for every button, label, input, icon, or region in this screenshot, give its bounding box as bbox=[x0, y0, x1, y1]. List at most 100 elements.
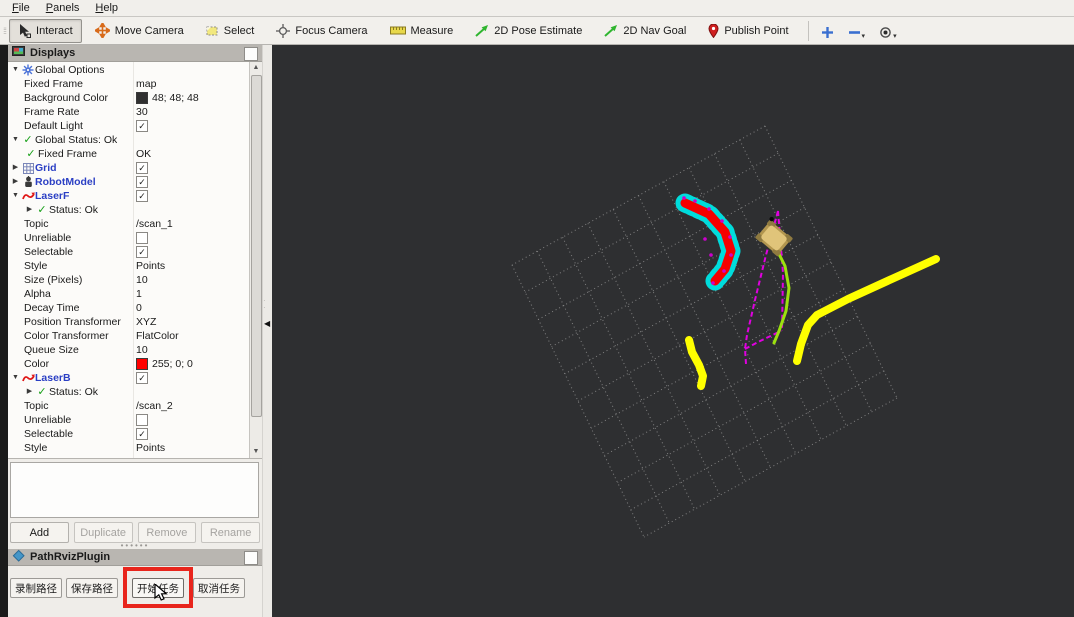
tree-row-global-options[interactable]: ▼ Global Options bbox=[8, 63, 250, 77]
expand-arrow-icon[interactable]: ▶ bbox=[24, 203, 35, 217]
property-value[interactable]: 10 bbox=[136, 273, 148, 287]
property-checkbox[interactable]: ✓ bbox=[136, 119, 148, 133]
displays-collapse-button[interactable] bbox=[244, 47, 258, 61]
tree-row-selectable[interactable]: Selectable ✓ bbox=[8, 245, 250, 259]
tree-row-color-transformer[interactable]: Color Transformer FlatColor bbox=[8, 329, 250, 343]
tool-properties-button[interactable]: ▾ bbox=[873, 20, 903, 42]
property-checkbox[interactable]: ✓ bbox=[136, 189, 148, 203]
property-value[interactable]: Points bbox=[136, 441, 165, 455]
tree-row-color[interactable]: Color 255; 0; 0 bbox=[8, 357, 250, 371]
tree-row-alpha[interactable]: Alpha 1 bbox=[8, 287, 250, 301]
tool-2d-nav-goal[interactable]: 2D Nav Goal bbox=[595, 19, 695, 43]
tree-row-frame-rate[interactable]: Frame Rate 30 bbox=[8, 105, 250, 119]
tree-row-topic[interactable]: Topic/scan_1 bbox=[8, 217, 250, 231]
tree-row-selectable[interactable]: Selectable ✓ bbox=[8, 427, 250, 441]
property-checkbox[interactable]: ✓ bbox=[136, 175, 148, 189]
tree-row-topic[interactable]: Topic/scan_2 bbox=[8, 399, 250, 413]
property-checkbox[interactable]: ✓ bbox=[136, 427, 148, 441]
tree-row-status-ok[interactable]: ▶ ✓ Status: Ok bbox=[8, 203, 250, 217]
property-value[interactable]: XYZ bbox=[136, 315, 156, 329]
tool-select[interactable]: Select bbox=[197, 19, 264, 43]
color-property-value[interactable]: 48; 48; 48 bbox=[136, 91, 199, 105]
property-value[interactable]: OK bbox=[136, 147, 151, 161]
property-value[interactable]: /scan_2 bbox=[136, 399, 173, 413]
tool-measure[interactable]: Measure bbox=[381, 19, 463, 43]
scroll-down-arrow[interactable]: ▼ bbox=[250, 446, 262, 458]
checked-checkbox[interactable]: ✓ bbox=[136, 162, 148, 174]
property-value[interactable]: Points bbox=[136, 259, 165, 273]
property-checkbox[interactable]: ✓ bbox=[136, 161, 148, 175]
plugin-button-开始任务[interactable]: 开始任务 bbox=[132, 578, 184, 598]
plugin-collapse-button[interactable] bbox=[244, 551, 258, 565]
remove-tool-button[interactable]: ▾ bbox=[842, 20, 872, 42]
collapse-arrow-icon[interactable]: ▼ bbox=[10, 133, 21, 147]
add-button[interactable]: Add bbox=[10, 522, 69, 543]
plugin-panel-header[interactable]: PathRvizPlugin bbox=[8, 549, 262, 566]
property-value[interactable]: /scan_1 bbox=[136, 217, 173, 231]
displays-panel-header[interactable]: Displays bbox=[8, 45, 262, 62]
checked-checkbox[interactable]: ✓ bbox=[136, 190, 148, 202]
checked-checkbox[interactable]: ✓ bbox=[136, 372, 148, 384]
add-tool-button[interactable] bbox=[815, 20, 840, 42]
tree-row-laserb[interactable]: ▼ LaserB ✓ bbox=[8, 371, 250, 385]
tree-row-style[interactable]: Style Points bbox=[8, 259, 250, 273]
duplicate-button[interactable]: Duplicate bbox=[73, 522, 133, 543]
checked-checkbox[interactable]: ✓ bbox=[136, 428, 148, 440]
unchecked-checkbox[interactable] bbox=[136, 414, 148, 426]
tree-row-fixed-frame[interactable]: Fixed Frame map bbox=[8, 77, 250, 91]
tree-row-position-transformer[interactable]: Position Transformer XYZ bbox=[8, 315, 250, 329]
3d-viewport[interactable] bbox=[272, 45, 1074, 617]
property-checkbox[interactable]: ✓ bbox=[136, 245, 148, 259]
expand-arrow-icon[interactable]: ▶ bbox=[24, 385, 35, 399]
checked-checkbox[interactable]: ✓ bbox=[136, 246, 148, 258]
scroll-up-arrow[interactable]: ▲ bbox=[250, 62, 262, 74]
plugin-button-保存路径[interactable]: 保存路径 bbox=[66, 578, 118, 598]
tool-move-camera[interactable]: Move Camera bbox=[86, 19, 193, 43]
menu-file[interactable]: File bbox=[4, 1, 38, 15]
checked-checkbox[interactable]: ✓ bbox=[136, 120, 148, 132]
collapse-arrow-icon[interactable]: ▼ bbox=[10, 371, 21, 385]
tree-row-unreliable[interactable]: Unreliable bbox=[8, 231, 250, 245]
tree-row-grid[interactable]: ▶ Grid ✓ bbox=[8, 161, 250, 175]
property-value[interactable]: 30 bbox=[136, 105, 148, 119]
tool-2d-pose-estimate[interactable]: 2D Pose Estimate bbox=[466, 19, 591, 43]
property-checkbox[interactable]: ✓ bbox=[136, 371, 148, 385]
tree-row-background-color[interactable]: Background Color 48; 48; 48 bbox=[8, 91, 250, 105]
displays-tree[interactable]: ▼ Global Options Fixed Frame map Background … bbox=[8, 62, 262, 459]
collapse-arrow-icon[interactable]: ▼ bbox=[10, 189, 21, 203]
tree-row-default-light[interactable]: Default Light ✓ bbox=[8, 119, 250, 133]
tree-scrollbar[interactable]: ▲ ▼ bbox=[249, 62, 262, 458]
unchecked-checkbox[interactable] bbox=[136, 232, 148, 244]
tool-interact[interactable]: Interact bbox=[9, 18, 82, 43]
property-checkbox[interactable] bbox=[136, 231, 148, 245]
plugin-button-取消任务[interactable]: 取消任务 bbox=[193, 578, 245, 598]
tree-row-queue-size[interactable]: Queue Size 10 bbox=[8, 343, 250, 357]
collapse-arrow-icon[interactable]: ▼ bbox=[10, 63, 21, 77]
color-swatch[interactable] bbox=[136, 358, 148, 370]
tree-row-laserf[interactable]: ▼ LaserF ✓ bbox=[8, 189, 250, 203]
tree-row-global-status-ok[interactable]: ▼ ✓ Global Status: Ok bbox=[8, 133, 250, 147]
tree-row-size-pixels[interactable]: Size (Pixels) 10 bbox=[8, 273, 250, 287]
expand-arrow-icon[interactable]: ▶ bbox=[10, 161, 21, 175]
tool-focus-camera[interactable]: Focus Camera bbox=[267, 19, 376, 43]
remove-button[interactable]: Remove bbox=[137, 522, 197, 543]
expand-arrow-icon[interactable]: ▶ bbox=[10, 175, 21, 189]
plugin-button-录制路径[interactable]: 录制路径 bbox=[10, 578, 62, 598]
color-property-value[interactable]: 255; 0; 0 bbox=[136, 357, 193, 371]
scrollbar-thumb[interactable] bbox=[251, 75, 262, 417]
menu-help[interactable]: Help bbox=[87, 1, 126, 15]
tree-row-robotmodel[interactable]: ▶ RobotModel ✓ bbox=[8, 175, 250, 189]
property-value[interactable]: FlatColor bbox=[136, 329, 179, 343]
property-checkbox[interactable] bbox=[136, 413, 148, 427]
toolbar-grip[interactable]: ⁞⁞ bbox=[3, 26, 7, 35]
tree-row-fixed-frame[interactable]: ✓ Fixed Frame OK bbox=[8, 147, 250, 161]
divider-grip[interactable]: · · bbox=[263, 297, 266, 312]
tree-row-decay-time[interactable]: Decay Time 0 bbox=[8, 301, 250, 315]
property-value[interactable]: 0 bbox=[136, 301, 142, 315]
color-swatch[interactable] bbox=[136, 92, 148, 104]
property-value[interactable]: 1 bbox=[136, 287, 142, 301]
tree-row-style[interactable]: Style Points bbox=[8, 441, 250, 455]
menu-panels[interactable]: Panels bbox=[38, 1, 88, 15]
property-value[interactable]: map bbox=[136, 77, 156, 91]
tool-publish-point[interactable]: Publish Point bbox=[699, 19, 797, 43]
